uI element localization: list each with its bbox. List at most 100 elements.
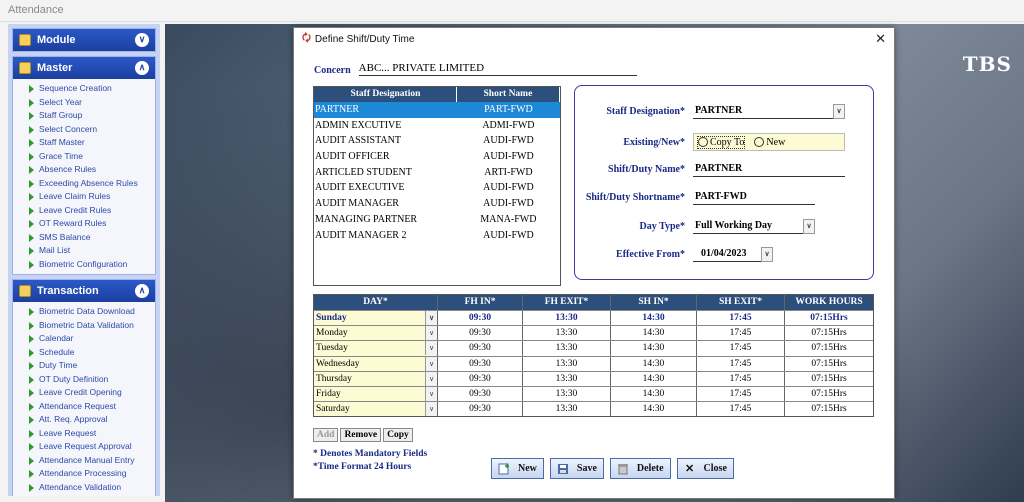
work-hours-cell[interactable]: 07:15Hrs bbox=[785, 341, 873, 355]
work-hours-cell[interactable]: 07:15Hrs bbox=[785, 311, 873, 325]
fh-exit-cell[interactable]: 13:30 bbox=[523, 356, 611, 371]
chevron-down-icon[interactable]: ∨ bbox=[425, 386, 437, 401]
staff-designation-list[interactable]: Staff Designation Short Name PARTNER PART… bbox=[313, 86, 561, 286]
table-row[interactable]: AUDIT EXECUTIVE AUDI-FWD bbox=[314, 180, 560, 196]
master-header[interactable]: Master ∧ bbox=[13, 57, 155, 79]
staff-designation-select[interactable]: PARTNER ∨ bbox=[693, 104, 845, 119]
new-radio[interactable]: New bbox=[754, 137, 785, 148]
fh-exit-cell[interactable]: 13:30 bbox=[523, 402, 611, 417]
add-row-button[interactable]: Add bbox=[313, 428, 339, 442]
sidebar-item-attendance-processing[interactable]: Attendance Processing bbox=[29, 467, 155, 481]
sidebar-item-select-concern[interactable]: Select Concern bbox=[29, 123, 155, 137]
fh-in-cell[interactable]: 09:30 bbox=[438, 356, 523, 371]
fh-exit-cell[interactable]: 13:30 bbox=[523, 326, 611, 341]
sidebar-item-grace-time[interactable]: Grace Time bbox=[29, 150, 155, 164]
chevron-down-icon[interactable]: ∨ bbox=[425, 371, 437, 386]
fh-in-cell[interactable]: 09:30 bbox=[438, 402, 523, 417]
column-header-short-name[interactable]: Short Name bbox=[457, 87, 560, 102]
chevron-down-icon[interactable]: ∨ bbox=[425, 311, 437, 325]
work-hours-cell[interactable]: 07:15Hrs bbox=[785, 326, 873, 340]
fh-exit-cell[interactable]: 13:30 bbox=[523, 371, 611, 386]
work-hours-cell[interactable]: 07:15Hrs bbox=[785, 402, 873, 416]
collapse-icon[interactable]: ∧ bbox=[135, 61, 149, 75]
sidebar-item-leave-credit-opening[interactable]: Leave Credit Opening bbox=[29, 386, 155, 400]
sidebar-item-sms-balance[interactable]: SMS Balance bbox=[29, 231, 155, 245]
fh-in-cell[interactable]: 09:30 bbox=[438, 386, 523, 402]
day-cell[interactable]: Sunday ∨ bbox=[314, 311, 438, 326]
save-button[interactable]: Save bbox=[549, 458, 604, 479]
sh-in-cell[interactable]: 14:30 bbox=[611, 402, 697, 417]
sidebar-item-ot-duty-definition[interactable]: OT Duty Definition bbox=[29, 373, 155, 387]
copy-row-button[interactable]: Copy bbox=[383, 428, 413, 442]
sidebar-item-attendance-manual-entry[interactable]: Attendance Manual Entry bbox=[29, 454, 155, 468]
fh-exit-cell[interactable]: 13:30 bbox=[523, 341, 611, 356]
sidebar-item-staff-master[interactable]: Staff Master bbox=[29, 136, 155, 150]
sh-in-cell[interactable]: 14:30 bbox=[611, 371, 697, 386]
sidebar-item-attendance-validation[interactable]: Attendance Validation bbox=[29, 481, 155, 495]
table-row[interactable]: AUDIT MANAGER AUDI-FWD bbox=[314, 196, 560, 212]
work-hours-cell[interactable]: 07:15Hrs bbox=[785, 372, 873, 386]
table-row[interactable]: AUDIT OFFICER AUDI-FWD bbox=[314, 149, 560, 165]
sidebar-item-leave-claim-rules[interactable]: Leave Claim Rules bbox=[29, 190, 155, 204]
fh-in-cell[interactable]: 09:30 bbox=[438, 341, 523, 356]
column-header-designation[interactable]: Staff Designation bbox=[314, 87, 457, 102]
new-button[interactable]: New bbox=[491, 458, 544, 479]
sidebar-item-select-year[interactable]: Select Year bbox=[29, 96, 155, 110]
sh-exit-cell[interactable]: 17:45 bbox=[697, 371, 785, 386]
sidebar-item-duty-time[interactable]: Duty Time bbox=[29, 359, 155, 373]
day-cell[interactable]: Monday ∨ bbox=[314, 326, 438, 341]
sh-in-cell[interactable]: 14:30 bbox=[611, 356, 697, 371]
copy-to-radio[interactable]: Copy To bbox=[696, 135, 746, 149]
chevron-down-icon[interactable]: ∨ bbox=[425, 402, 437, 417]
sh-exit-cell[interactable]: 17:45 bbox=[697, 341, 785, 356]
sidebar-item-ot-reward-rules[interactable]: OT Reward Rules bbox=[29, 217, 155, 231]
sidebar-item-schedule[interactable]: Schedule bbox=[29, 346, 155, 360]
work-hours-cell[interactable]: 07:15Hrs bbox=[785, 387, 873, 401]
fh-exit-cell[interactable]: 13:30 bbox=[523, 386, 611, 402]
table-row[interactable]: MANAGING PARTNER MANA-FWD bbox=[314, 212, 560, 228]
sidebar-item-biometric-data-download[interactable]: Biometric Data Download bbox=[29, 305, 155, 319]
chevron-down-icon[interactable]: ∨ bbox=[803, 219, 815, 234]
table-row[interactable]: PARTNER PART-FWD bbox=[314, 102, 560, 118]
effective-from-field[interactable]: 01/04/2023 ∨ bbox=[693, 247, 773, 262]
day-cell[interactable]: Wednesday ∨ bbox=[314, 356, 438, 371]
sidebar-item-calendar[interactable]: Calendar bbox=[29, 332, 155, 346]
chevron-down-icon[interactable]: ∨ bbox=[425, 356, 437, 371]
day-cell[interactable]: Friday ∨ bbox=[314, 386, 438, 402]
day-cell[interactable]: Thursday ∨ bbox=[314, 371, 438, 386]
day-cell[interactable]: Saturday ∨ bbox=[314, 402, 438, 417]
fh-in-cell[interactable]: 09:30 bbox=[438, 311, 523, 326]
sh-exit-cell[interactable]: 17:45 bbox=[697, 356, 785, 371]
sidebar-item-mail-list[interactable]: Mail List bbox=[29, 244, 155, 258]
table-row[interactable]: ARTICLED STUDENT ARTI-FWD bbox=[314, 165, 560, 181]
sidebar-item-sequence-creation[interactable]: Sequence Creation bbox=[29, 82, 155, 96]
sh-in-cell[interactable]: 14:30 bbox=[611, 341, 697, 356]
sh-exit-cell[interactable]: 17:45 bbox=[697, 386, 785, 402]
sidebar-item-biometric-configuration[interactable]: Biometric Configuration bbox=[29, 258, 155, 272]
sidebar-item-absence-rules[interactable]: Absence Rules bbox=[29, 163, 155, 177]
sidebar-item-exceeding-absence-rules[interactable]: Exceeding Absence Rules bbox=[29, 177, 155, 191]
collapse-icon[interactable]: ∧ bbox=[135, 284, 149, 298]
shift-name-field[interactable]: PARTNER bbox=[693, 162, 845, 177]
delete-button[interactable]: Delete bbox=[609, 458, 671, 479]
module-header[interactable]: Module ∨ bbox=[13, 29, 155, 51]
work-hours-cell[interactable]: 07:15Hrs bbox=[785, 357, 873, 371]
sidebar-item-staff-group[interactable]: Staff Group bbox=[29, 109, 155, 123]
sidebar-item-att-req-approval[interactable]: Att. Req. Approval bbox=[29, 413, 155, 427]
chevron-down-icon[interactable]: ∨ bbox=[833, 104, 845, 119]
table-row[interactable]: AUDIT MANAGER 2 AUDI-FWD bbox=[314, 228, 560, 244]
chevron-down-icon[interactable]: ∨ bbox=[761, 247, 773, 262]
chevron-down-icon[interactable]: ∨ bbox=[425, 341, 437, 356]
concern-value[interactable]: ABC... PRIVATE LIMITED bbox=[358, 62, 637, 76]
sidebar-item-attendance-request[interactable]: Attendance Request bbox=[29, 400, 155, 414]
sidebar-item-leave-request[interactable]: Leave Request bbox=[29, 427, 155, 441]
sidebar-item-leave-credit-rules[interactable]: Leave Credit Rules bbox=[29, 204, 155, 218]
sh-exit-cell[interactable]: 17:45 bbox=[697, 326, 785, 341]
table-row[interactable]: ADMIN EXCUTIVE ADMI-FWD bbox=[314, 118, 560, 134]
close-icon[interactable]: ✕ bbox=[875, 31, 886, 47]
remove-row-button[interactable]: Remove bbox=[340, 428, 382, 442]
day-cell[interactable]: Tuesday ∨ bbox=[314, 341, 438, 356]
chevron-down-icon[interactable]: ∨ bbox=[425, 326, 437, 341]
shift-shortname-field[interactable]: PART-FWD bbox=[693, 190, 815, 205]
sh-exit-cell[interactable]: 17:45 bbox=[697, 402, 785, 417]
